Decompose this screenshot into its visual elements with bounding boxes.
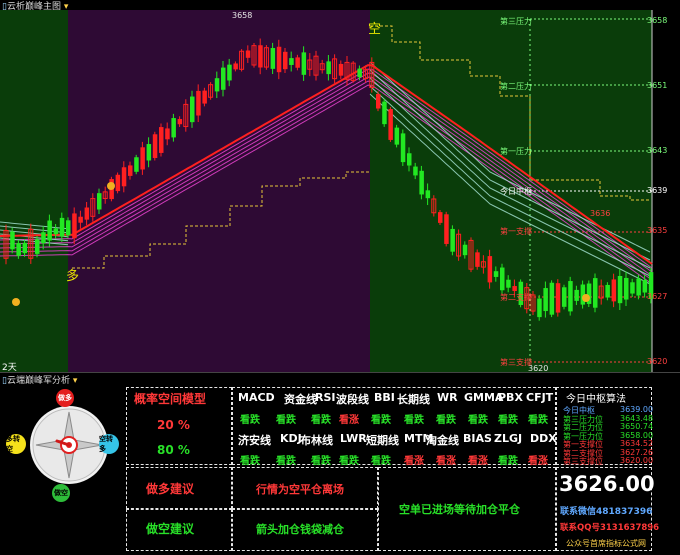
indicator-signal: 看涨 <box>468 456 488 467</box>
indicator-signal: 看跌 <box>311 415 331 426</box>
compass-dial <box>30 406 108 484</box>
footer-text: 公众号首席指标公式网 <box>566 539 646 548</box>
level-label-s1: 第一支撑 <box>500 227 532 236</box>
indicator-name: 济安线 <box>238 434 271 447</box>
indicator-signal: 看涨 <box>528 456 548 467</box>
contact-wechat: 联系微信481837396 <box>560 507 653 517</box>
level-label-r1: 第一压力 <box>500 147 532 156</box>
level-label-r2: 第二压力 <box>500 82 532 91</box>
main-chart-panel[interactable]: ▯云析巅峰主图 ▾ 2天 3658 空 多 3636 3620 第三压力 第二压… <box>0 0 680 373</box>
indicator-name: MACD <box>238 391 275 404</box>
indicator-name: PBX <box>498 391 523 404</box>
analysis-panel-title-text: 云端巅峰军分析 <box>6 376 70 386</box>
advice-long-label: 做多建议 <box>146 482 195 496</box>
money-bag-icon <box>107 182 115 190</box>
indicator-signal: 看涨 <box>436 456 456 467</box>
indicator-name: CFJT <box>526 391 554 404</box>
indicator-signal: 看涨 <box>339 415 359 426</box>
top-price-label: 3658 <box>232 11 253 20</box>
chevron-down-icon[interactable]: ▾ <box>70 376 78 386</box>
pivot-row: 第三支撑位 3620.00 <box>563 456 654 467</box>
axis-value-r3: 3658 <box>647 16 668 25</box>
level-label-s3: 第三支撑 <box>500 358 532 367</box>
indicator-name: 短期线 <box>366 434 399 447</box>
indicator-signal: 看跌 <box>404 415 424 426</box>
indicator-name: 长期线 <box>397 393 430 406</box>
duo-label: 多 <box>66 269 80 284</box>
indicator-signal: 看跌 <box>276 456 296 467</box>
indicator-name: LWR <box>340 432 367 445</box>
bull-zone-left <box>0 10 68 372</box>
money-bag-icon <box>12 298 20 306</box>
axis-value-r1: 3643 <box>647 146 668 155</box>
indicator-name: BBI <box>374 391 395 404</box>
indicator-signal: 看跌 <box>371 415 391 426</box>
indicator-signal: 看跌 <box>371 456 391 467</box>
indicator-signal: 看跌 <box>468 415 488 426</box>
indicator-signal: 看跌 <box>436 415 456 426</box>
probability-title: 概率空间模型 <box>134 392 207 406</box>
compass-long-to-short-button[interactable]: 多转空 <box>6 434 26 454</box>
axis-value-pivot: 3639 <box>647 186 668 195</box>
indicator-name: BIAS <box>463 432 492 445</box>
pivot-row-name: 第三支撑位 <box>563 457 603 466</box>
level-label-s2: 第二支撑 <box>500 293 532 302</box>
indicator-signal: 看跌 <box>498 415 518 426</box>
compass-short-button[interactable]: 做空 <box>52 484 70 502</box>
kong-label: 空 <box>368 22 382 37</box>
current-price: 3626.00 <box>559 472 655 496</box>
compass-long-button[interactable]: 做多 <box>56 389 74 407</box>
candlestick-chart[interactable] <box>0 0 680 372</box>
indicator-signal: 看跌 <box>528 415 548 426</box>
indicator-signal: 看跌 <box>311 456 331 467</box>
money-bag-icon <box>582 294 590 302</box>
advice-short-text: 箭头加仓钱袋减仓 <box>256 523 344 536</box>
indicator-name: WR <box>437 391 458 404</box>
main-chart-title: ▯云析巅峰主图 ▾ <box>2 0 68 12</box>
indicator-signal: 看跌 <box>339 456 359 467</box>
local-high-label: 3636 <box>590 209 611 218</box>
pivot-row-value: 3620.00 <box>620 456 654 465</box>
indicator-signal: 看跌 <box>240 415 260 426</box>
indicator-signal: 看涨 <box>404 456 424 467</box>
indicator-name: KDJ <box>280 432 302 445</box>
contact-qq: 联系QQ号3131637896 <box>560 523 660 533</box>
axis-value-r2: 3651 <box>647 81 668 90</box>
level-label-pivot: 今日中枢 <box>500 187 532 196</box>
chart-title-bar <box>0 0 680 10</box>
indicator-name: DDX <box>530 432 557 445</box>
compass-icon <box>32 408 106 482</box>
indicator-name: RSI <box>315 391 336 404</box>
main-chart-title-text: 云析巅峰主图 <box>6 2 61 12</box>
indicator-signal: 看跌 <box>276 415 296 426</box>
level-label-r3: 第三压力 <box>500 17 532 26</box>
indicator-signal: 看跌 <box>498 456 518 467</box>
axis-value-s1: 3635 <box>647 226 668 235</box>
indicator-name: 波段线 <box>336 393 369 406</box>
axis-value-s3: 3620 <box>647 357 668 366</box>
compass-short-to-long-button[interactable]: 空转多 <box>99 434 119 454</box>
chevron-down-icon[interactable]: ▾ <box>61 2 69 12</box>
indicator-name: 淘金线 <box>426 434 459 447</box>
advice-short-label: 做空建议 <box>146 522 195 536</box>
analysis-panel-title: ▯云端巅峰军分析 ▾ <box>2 373 77 386</box>
advice-long-text: 行情为空平仓离场 <box>256 483 344 496</box>
indicator-name: 资金线 <box>284 393 317 406</box>
probability-long: 20 % <box>157 418 190 432</box>
axis-value-s2: 3627 <box>647 292 668 301</box>
pivot-title: 今日中枢算法 <box>566 394 626 405</box>
indicator-name: 布林线 <box>300 434 333 447</box>
indicator-name: ZLGJ <box>494 432 523 445</box>
probability-short: 80 % <box>157 443 190 457</box>
indicator-signal: 看跌 <box>240 456 260 467</box>
short-position-text: 空单已进场等待加仓平仓 <box>399 503 520 516</box>
